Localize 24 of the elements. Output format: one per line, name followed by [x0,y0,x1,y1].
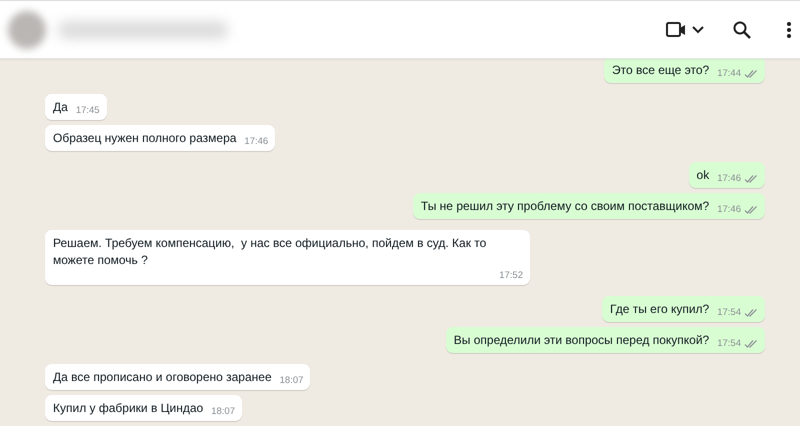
message-time: 17:54 [717,337,741,351]
message-text: Да все прописано и оговорено заранее [53,369,272,386]
message-text: Вы определили эти вопросы перед покупкой? [454,332,710,349]
message-time: 17:46 [244,135,268,149]
search-button[interactable] [732,20,752,40]
message-time: 17:45 [76,104,100,118]
video-call-button[interactable] [666,20,706,40]
blurred-avatar [8,10,46,48]
message-text: Это все еще это? [612,62,710,79]
message-text: ok [696,167,710,184]
message-time: 17:44 [717,67,741,81]
message-time: 17:54 [717,306,741,320]
menu-button[interactable] [786,20,792,38]
message-time: 18:07 [211,405,235,419]
message-text: Купил у фабрики в Циндао [53,400,204,417]
message-time: 17:52 [499,269,523,283]
message-text: Да [53,99,68,116]
message-time: 17:46 [717,172,741,186]
message-text: Ты не решил эту проблему со своим поставщиком? [420,198,710,215]
message-time: 18:07 [280,374,304,388]
message-time: 17:46 [717,203,741,217]
message-text: Где ты его купил? [610,301,710,318]
message-text: Образец нужен полного размера [53,130,236,147]
message-text: Решаем. Требуем компенсацию, у нас все официально, пойдем в суд. Как то можете помочь ? [53,235,488,269]
